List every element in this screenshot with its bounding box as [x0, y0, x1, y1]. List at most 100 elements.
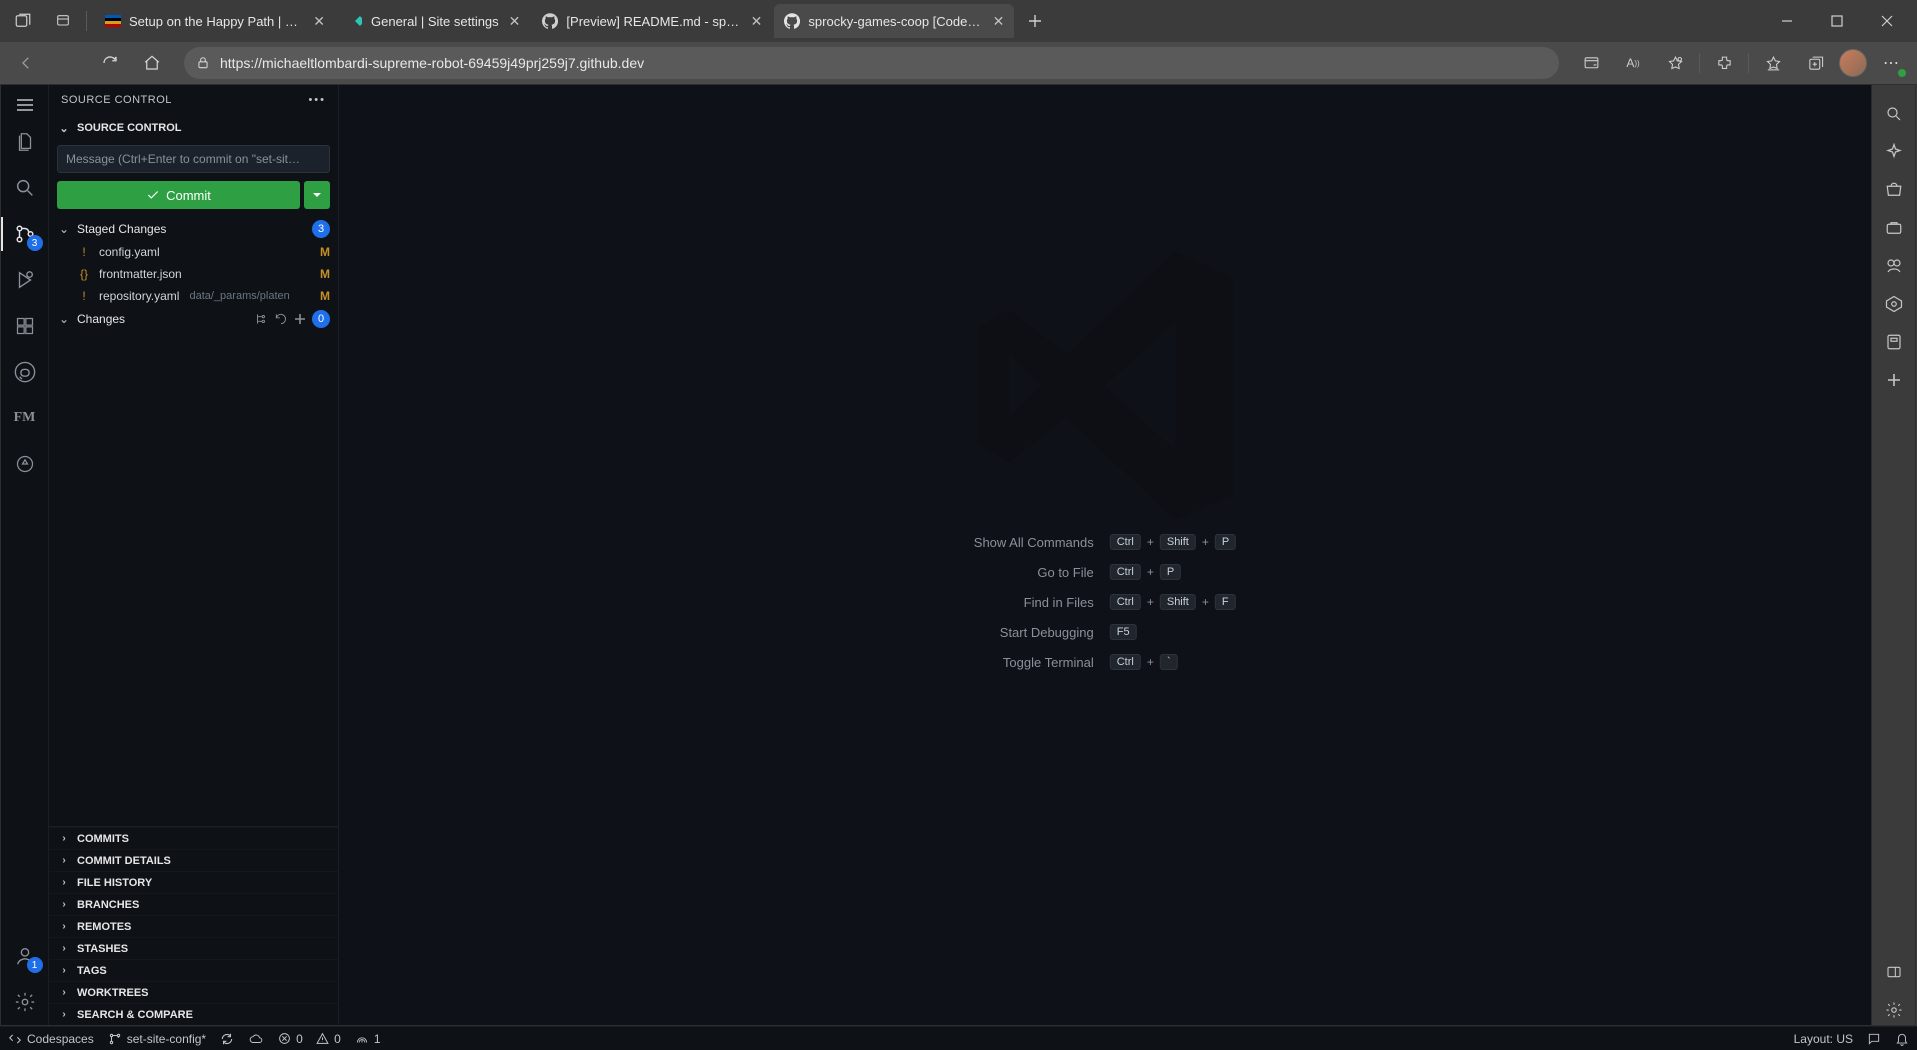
refresh-button[interactable]	[92, 46, 128, 80]
stage-all-icon[interactable]	[294, 313, 306, 325]
read-aloud-icon[interactable]: A))	[1615, 46, 1651, 80]
sidebar-tools-icon[interactable]	[1879, 213, 1909, 243]
profile-avatar[interactable]	[1839, 49, 1867, 77]
browser-tab[interactable]: General | Site settings ✕	[337, 4, 530, 38]
sidebar-office-icon[interactable]	[1879, 327, 1909, 357]
sidebar-shopping-icon[interactable]	[1879, 175, 1909, 205]
chevron-down-icon: ⌄	[57, 312, 71, 326]
minimize-button[interactable]	[1773, 7, 1801, 35]
tab-close-icon[interactable]: ✕	[751, 13, 763, 30]
tab-label: Setup on the Happy Path | Platen	[129, 14, 303, 29]
sidebar-collapse-icon[interactable]	[1879, 957, 1909, 987]
hamburger-menu-icon[interactable]	[1, 91, 49, 119]
layout-indicator[interactable]: Layout: US	[1794, 1032, 1853, 1046]
staged-file-row[interactable]: {}frontmatter.jsonM	[49, 263, 338, 285]
cmd-label: Start Debugging	[974, 625, 1094, 640]
browser-titlebar: Setup on the Happy Path | Platen ✕ Gener…	[0, 0, 1917, 42]
favorites-bar-icon[interactable]	[1755, 46, 1791, 80]
explorer-icon[interactable]	[1, 119, 49, 165]
panel-more-icon[interactable]: •••	[308, 94, 326, 106]
keybinding: F5	[1110, 624, 1237, 640]
chevron-right-icon: ›	[57, 965, 71, 976]
app-available-icon[interactable]	[1573, 46, 1609, 80]
accordion-commits[interactable]: ›COMMITS	[49, 827, 338, 849]
favorite-icon[interactable]	[1657, 46, 1693, 80]
chevron-right-icon: ›	[57, 987, 71, 998]
accordion-commit-details[interactable]: ›COMMIT DETAILS	[49, 849, 338, 871]
tab-close-icon[interactable]: ✕	[509, 13, 521, 30]
remote-indicator[interactable]: Codespaces	[8, 1032, 94, 1046]
extensions-panel-icon[interactable]	[1, 303, 49, 349]
commit-message-input[interactable]	[57, 145, 330, 173]
ports-indicator[interactable]: 1	[355, 1032, 381, 1046]
tree-view-icon[interactable]	[254, 312, 268, 326]
tab-actions-icon[interactable]	[46, 4, 80, 38]
address-bar[interactable]: https://michaeltlombardi-supreme-robot-6…	[184, 47, 1559, 79]
sync-indicator[interactable]	[220, 1032, 234, 1046]
keybinding: Ctrl+Shift+F	[1110, 594, 1237, 610]
feedback-icon[interactable]	[1867, 1032, 1881, 1046]
discard-all-icon[interactable]	[274, 312, 288, 326]
activity-bar: 3 FM 1	[1, 85, 49, 1025]
github-panel-icon[interactable]	[1, 349, 49, 395]
tab-label: [Preview] README.md - sprocky	[566, 14, 740, 29]
close-window-button[interactable]	[1873, 7, 1901, 35]
source-control-icon[interactable]: 3	[1, 211, 49, 257]
tab-close-icon[interactable]: ✕	[993, 13, 1005, 30]
workspaces-icon[interactable]	[6, 4, 40, 38]
staged-changes-header[interactable]: ⌄Staged Changes3	[49, 217, 338, 241]
keybinding: Ctrl+`	[1110, 654, 1237, 670]
search-icon[interactable]	[1, 165, 49, 211]
commit-dropdown-button[interactable]	[304, 181, 330, 209]
home-button[interactable]	[134, 46, 170, 80]
accordion-remotes[interactable]: ›REMOTES	[49, 915, 338, 937]
frontmatter-icon[interactable]: FM	[1, 395, 49, 441]
sidebar-settings-icon[interactable]	[1879, 995, 1909, 1025]
keybinding: Ctrl+P	[1110, 564, 1237, 580]
extensions-icon[interactable]	[1706, 46, 1742, 80]
notifications-icon[interactable]	[1895, 1032, 1909, 1046]
browser-tab[interactable]: Setup on the Happy Path | Platen ✕	[95, 4, 335, 38]
accordion-worktrees[interactable]: ›WORKTREES	[49, 981, 338, 1003]
sidebar-add-icon[interactable]	[1879, 365, 1909, 395]
tab-close-icon[interactable]: ✕	[313, 13, 325, 30]
maximize-button[interactable]	[1823, 7, 1851, 35]
staged-file-row[interactable]: !config.yamlM	[49, 241, 338, 263]
file-status: M	[320, 245, 330, 259]
settings-gear-icon[interactable]	[1, 979, 49, 1025]
browser-tab[interactable]: [Preview] README.md - sprocky ✕	[532, 4, 772, 38]
sidebar-games-icon[interactable]	[1879, 251, 1909, 281]
accordion-file-history[interactable]: ›FILE HISTORY	[49, 871, 338, 893]
new-tab-button[interactable]	[1020, 6, 1050, 36]
accordion-search-compare[interactable]: ›SEARCH & COMPARE	[49, 1003, 338, 1025]
run-debug-icon[interactable]	[1, 257, 49, 303]
commit-button[interactable]: Commit	[57, 181, 300, 209]
file-name: config.yaml	[99, 245, 160, 259]
chevron-right-icon: ›	[57, 855, 71, 866]
live-share-icon[interactable]	[1, 441, 49, 487]
accordion-tags[interactable]: ›TAGS	[49, 959, 338, 981]
edge-sidebar	[1871, 85, 1915, 1025]
sidebar-search-icon[interactable]	[1879, 99, 1909, 129]
cloud-indicator[interactable]	[248, 1032, 264, 1046]
problems-indicator[interactable]: 0 0	[278, 1032, 341, 1046]
accounts-icon[interactable]: 1	[1, 933, 49, 979]
back-button[interactable]	[8, 46, 44, 80]
collections-icon[interactable]	[1797, 46, 1833, 80]
changes-count: 0	[312, 310, 330, 328]
site-info-icon[interactable]	[196, 56, 210, 70]
file-path: data/_params/platen	[189, 290, 312, 302]
menu-button[interactable]: ⋯	[1873, 46, 1909, 80]
scm-badge: 3	[27, 235, 43, 251]
browser-tab[interactable]: sprocky-games-coop [Codespac… ✕	[774, 4, 1014, 38]
sidebar-performance-icon[interactable]	[1879, 289, 1909, 319]
sidebar-discover-icon[interactable]	[1879, 137, 1909, 167]
accordion-branches[interactable]: ›BRANCHES	[49, 893, 338, 915]
github-favicon-icon	[784, 13, 800, 29]
chevron-down-icon: ⌄	[57, 222, 71, 236]
branch-indicator[interactable]: set-site-config*	[108, 1032, 206, 1046]
scm-repo-header[interactable]: ⌄SOURCE CONTROL	[49, 115, 338, 141]
accordion-stashes[interactable]: ›STASHES	[49, 937, 338, 959]
changes-header[interactable]: ⌄Changes 0	[49, 307, 338, 331]
staged-file-row[interactable]: !repository.yamldata/_params/platenM	[49, 285, 338, 307]
